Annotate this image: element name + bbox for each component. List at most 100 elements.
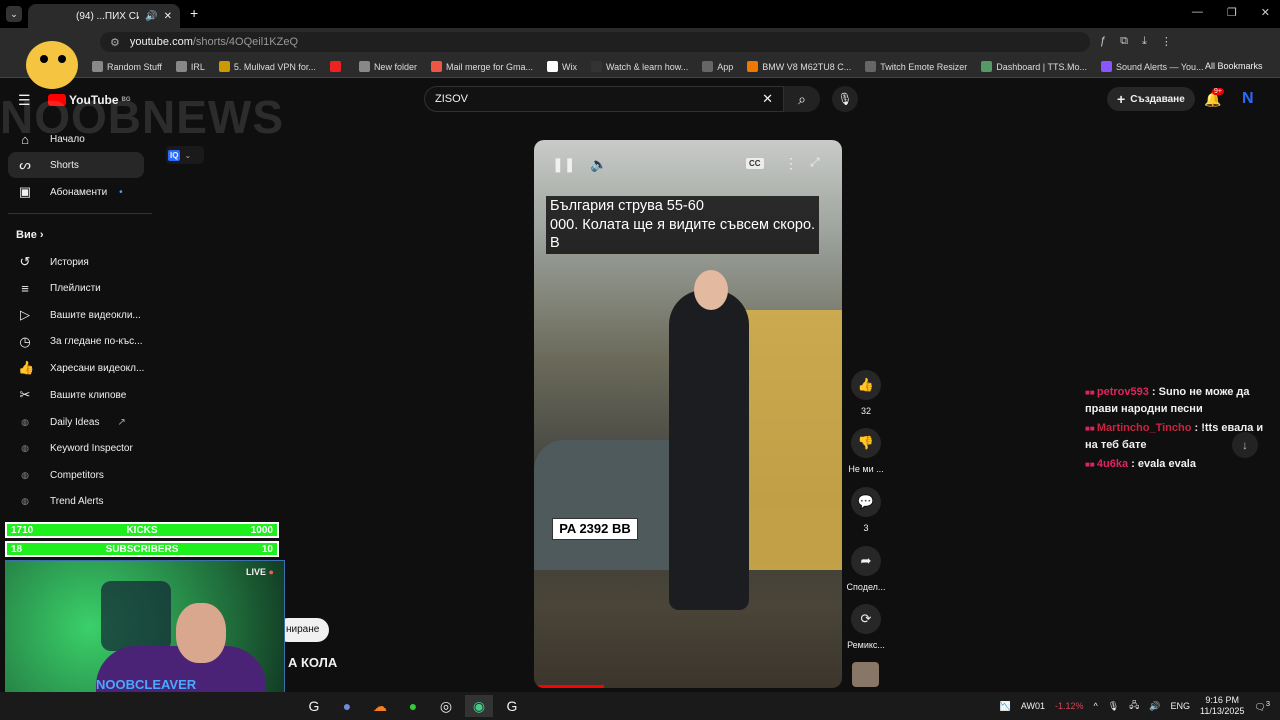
xbox-icon[interactable]: ● bbox=[399, 695, 427, 717]
subscriptions-icon: ▣ bbox=[18, 184, 32, 199]
bookmark-item[interactable]: New folder bbox=[358, 61, 417, 72]
mic-icon[interactable]: 🎙 bbox=[832, 86, 858, 112]
sidebar-item-liked[interactable]: 👍 Харесани видеокл... bbox=[0, 355, 150, 381]
logitech-icon[interactable]: G bbox=[498, 695, 526, 717]
captions-button[interactable]: CC bbox=[746, 158, 764, 169]
fullscreen-icon[interactable]: ⤢ bbox=[810, 155, 820, 170]
sidebar-item-subscriptions[interactable]: ▣ Абонаменти • bbox=[0, 179, 150, 205]
webcam-overlay: LIVE ● NOOBCLEAVER bbox=[5, 560, 285, 694]
bookmark-item[interactable]: IRL bbox=[175, 61, 205, 72]
create-button[interactable]: + Създаване bbox=[1107, 87, 1195, 111]
extension-icon[interactable]: ƒ bbox=[1100, 35, 1106, 48]
sidebar-item-shorts[interactable]: ᔕ Shorts bbox=[8, 152, 144, 178]
avatar[interactable]: N bbox=[1242, 90, 1254, 108]
bookmark-item[interactable]: 5. Mullvad VPN for... bbox=[218, 61, 316, 72]
share-button[interactable]: ➦ Сподел... bbox=[846, 546, 886, 592]
bookmarks-bar: Random Stuff IRL 5. Mullvad VPN for... New … bbox=[0, 56, 1280, 78]
dislike-button[interactable]: 👎 Не ми ... bbox=[846, 428, 886, 474]
bookmark-icon bbox=[981, 61, 993, 72]
sidebar-item-your-videos[interactable]: ▷ Вашите видеокли... bbox=[0, 302, 150, 328]
more-icon[interactable]: ⋮ bbox=[784, 155, 798, 172]
chat-text: evala evala bbox=[1137, 458, 1196, 470]
comment-icon: 💬 bbox=[851, 487, 881, 517]
discord-icon[interactable]: ● bbox=[333, 695, 361, 717]
vidiq-item[interactable]: ◍ Trend Alerts bbox=[0, 489, 150, 515]
vidiq-widget[interactable]: IQ ⌄ bbox=[166, 146, 204, 164]
close-tab-icon[interactable]: ✕ bbox=[164, 11, 172, 22]
pause-icon[interactable]: ❚❚ bbox=[552, 156, 575, 173]
network-icon[interactable]: 🖧 bbox=[1129, 698, 1139, 714]
site-info-icon[interactable]: ⚙ bbox=[110, 36, 120, 49]
bookmark-item[interactable]: BMW V8 M62TU8 C... bbox=[747, 61, 851, 72]
subscribers-goal-bar: 18 SUBSCRIBERS 10 bbox=[5, 541, 279, 557]
bookmark-item[interactable]: Random Stuff bbox=[92, 61, 162, 72]
vidiq-item[interactable]: ◍ Keyword Inspector bbox=[0, 436, 150, 462]
tray-chevron-icon[interactable]: ^ bbox=[1094, 701, 1098, 711]
vidiq-item[interactable]: ◍ Daily Ideas ↗ bbox=[0, 409, 150, 435]
chat-message: ■■ 4u6ka : evala evala bbox=[1085, 458, 1196, 470]
kicks-goal-bar: 1710 KICKS 1000 bbox=[5, 522, 279, 538]
shorts-icon: ᔕ bbox=[19, 157, 31, 172]
short-video-player[interactable]: PA 2392 BB ❚❚ 🔈 CC ⋮ ⤢ България струва 5… bbox=[534, 140, 842, 688]
bookmark-icon bbox=[591, 61, 602, 72]
person-head bbox=[694, 270, 728, 310]
menu-icon[interactable]: ⋮ bbox=[1161, 35, 1172, 48]
bookmark-item[interactable] bbox=[329, 61, 345, 72]
vidiq-item[interactable]: ◍ Competitors bbox=[0, 462, 150, 488]
extensions-icon[interactable]: ⧉ bbox=[1120, 35, 1128, 48]
sidebar-item-playlists[interactable]: ≡ Плейлисти bbox=[0, 276, 150, 302]
thumbs-down-icon: 👎 bbox=[851, 428, 881, 458]
sidebar-item-history[interactable]: ↺ История bbox=[0, 249, 150, 275]
history-icon: ↺ bbox=[19, 254, 31, 269]
chrome-icon[interactable]: ◉ bbox=[465, 695, 493, 717]
volume-icon[interactable]: 🔊 bbox=[1149, 701, 1160, 712]
comments-button[interactable]: 💬 3 bbox=[846, 487, 886, 533]
obs-icon[interactable]: ◎ bbox=[432, 695, 460, 717]
search-button[interactable]: ⌕ bbox=[784, 86, 820, 112]
home-icon: ⌂ bbox=[21, 131, 29, 147]
streamer-name: NOOBCLEAVER bbox=[96, 677, 197, 692]
bookmark-item[interactable]: App bbox=[702, 61, 733, 72]
new-tab-button[interactable]: + bbox=[190, 5, 198, 21]
bookmark-item[interactable]: Wix bbox=[547, 61, 577, 72]
clock[interactable]: 9:16 PM 11/13/2025 bbox=[1200, 695, 1244, 717]
sidebar-item-watch-later[interactable]: ◷ За гледане по-къс... bbox=[0, 329, 150, 355]
bookmark-item[interactable]: Mail merge for Gma... bbox=[430, 61, 533, 72]
search-input[interactable]: ZISOV ✕ bbox=[424, 86, 784, 112]
mic-icon[interactable]: 🎙 bbox=[1108, 701, 1119, 712]
chat-username: 4u6ka bbox=[1096, 458, 1129, 470]
live-badge: LIVE ● bbox=[246, 567, 274, 577]
browser-tab-bar: ⌄ (94) ...ПИХ СИ НОВА КОЛА🔊✕ + —❐✕ bbox=[0, 0, 1280, 28]
bookmark-icon bbox=[218, 61, 230, 72]
bookmark-item[interactable]: Dashboard | TTS.Mo... bbox=[981, 61, 1087, 72]
streamer-logo bbox=[0, 5, 90, 89]
vidiq-icon: ◍ bbox=[21, 496, 29, 507]
minimize-icon[interactable]: — bbox=[1192, 6, 1203, 19]
sidebar-item-clips[interactable]: ✂ Вашите клипове bbox=[0, 382, 150, 408]
chat-badge-icon: ■■ bbox=[1085, 388, 1097, 397]
remix-button[interactable]: ⟳ Ремикс... bbox=[846, 604, 886, 650]
bookmark-icon bbox=[702, 61, 714, 72]
bookmark-item[interactable]: Sound Alerts — You... bbox=[1101, 61, 1204, 72]
sidebar-item-home[interactable]: ⌂ Начало bbox=[0, 126, 150, 152]
browser-toolbar-icons: ƒ ⧉ ⤓ ⋮ bbox=[1100, 35, 1172, 48]
volume-icon[interactable]: 🔈 bbox=[590, 156, 607, 173]
like-button[interactable]: 👍 32 bbox=[846, 370, 886, 416]
bookmark-item[interactable]: Twitch Emote Resizer bbox=[865, 61, 967, 72]
address-bar[interactable]: ⚙ youtube.com/shorts/4OQeil1KZeQ bbox=[100, 32, 1090, 52]
cloudflare-icon[interactable]: ☁ bbox=[366, 695, 394, 717]
close-window-icon[interactable]: ✕ bbox=[1261, 6, 1270, 19]
scroll-down-arrow-icon[interactable]: ↓ bbox=[1232, 432, 1258, 458]
you-section-header[interactable]: Вие › bbox=[16, 229, 44, 241]
clear-search-icon[interactable]: ✕ bbox=[762, 91, 773, 107]
sound-thumbnail[interactable] bbox=[852, 662, 879, 687]
bookmark-item[interactable]: Watch & learn how... bbox=[591, 61, 688, 72]
notification-center-icon[interactable]: 🗨3 bbox=[1254, 699, 1270, 713]
restore-icon[interactable]: ❐ bbox=[1227, 6, 1237, 19]
download-icon[interactable]: ⤓ bbox=[1142, 35, 1147, 48]
speaker-icon[interactable]: 🔊 bbox=[145, 11, 157, 22]
progress-bar[interactable] bbox=[534, 685, 604, 688]
notifications-icon[interactable]: 🔔 9+ bbox=[1204, 88, 1224, 108]
all-bookmarks[interactable]: All Bookmarks bbox=[1205, 61, 1263, 71]
logitech-icon[interactable]: G bbox=[300, 695, 328, 717]
